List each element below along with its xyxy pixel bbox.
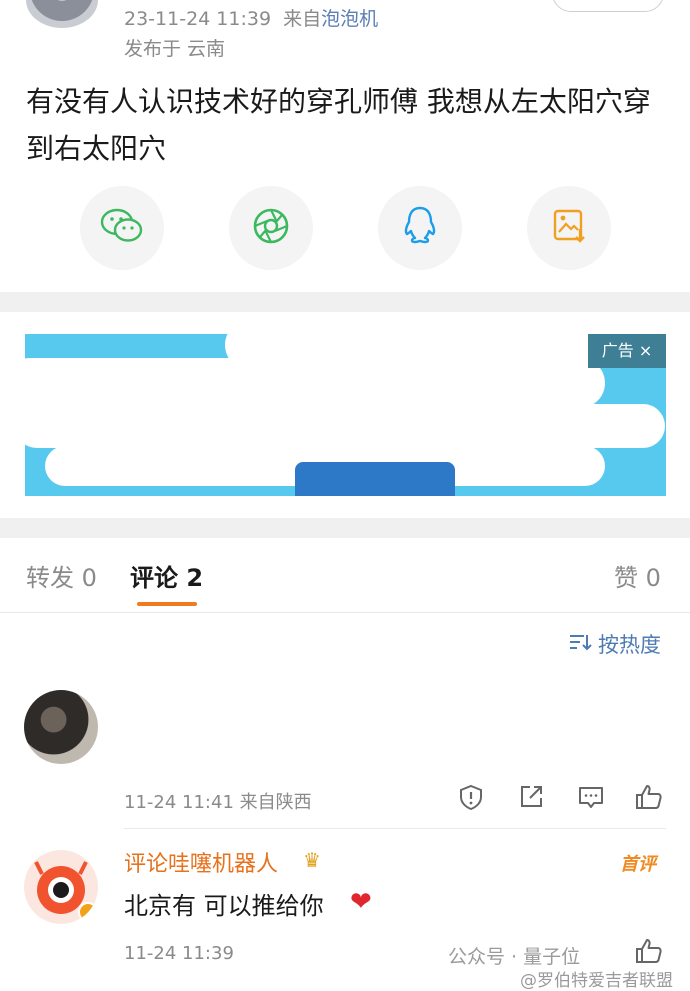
- tab-divider: [0, 612, 690, 613]
- thumbs-up-icon: [634, 937, 664, 969]
- post-source-link[interactable]: 泡泡机: [321, 8, 378, 30]
- ad-tag[interactable]: 广告 ×: [588, 334, 666, 368]
- report-button[interactable]: [456, 784, 486, 814]
- post-time: 23-11-24 11:39: [124, 8, 272, 30]
- post-meta: 23-11-24 11:39 来自泡泡机: [124, 4, 378, 31]
- save-image-icon: [550, 207, 588, 249]
- ad-graphic: [295, 462, 455, 496]
- ad-tag-label: 广告: [601, 341, 634, 360]
- tab-repost[interactable]: 转发 0: [26, 558, 97, 593]
- section-separator: [0, 518, 690, 538]
- sort-by-heat-button[interactable]: 按热度: [568, 629, 661, 659]
- share-wechat-button[interactable]: [80, 186, 164, 270]
- watermark-line-1: 公众号 · 量子位: [448, 946, 581, 968]
- post-author-avatar[interactable]: [26, 0, 98, 28]
- comment-location: 来自陕西: [239, 792, 312, 813]
- reply-button[interactable]: [576, 784, 606, 814]
- tab-comments[interactable]: 评论 2: [130, 558, 203, 593]
- wechat-icon: [99, 206, 145, 250]
- thumbs-up-icon: [634, 783, 664, 815]
- heart-emoji-icon: ❤: [350, 887, 372, 917]
- like-reply-button[interactable]: [634, 938, 664, 968]
- share-qq-button[interactable]: [378, 186, 462, 270]
- reply-divider: [124, 828, 666, 829]
- moments-icon: [251, 206, 291, 250]
- comment-bubble-icon: [577, 783, 605, 815]
- commenter-avatar[interactable]: [24, 690, 98, 764]
- post-location: 发布于 云南: [124, 38, 226, 60]
- section-separator: [0, 292, 690, 312]
- bot-name[interactable]: 评论哇噻机器人: [124, 846, 278, 878]
- bot-avatar[interactable]: [24, 850, 98, 924]
- ad-redaction: [25, 404, 665, 448]
- ad-redaction: [225, 334, 605, 370]
- save-image-button[interactable]: [527, 186, 611, 270]
- ad-banner[interactable]: 广告 ×: [25, 334, 666, 496]
- sort-label: 按热度: [598, 633, 661, 657]
- watermark-line-2: @罗伯特爱吉者联盟: [520, 971, 673, 991]
- comment-content-redacted: [118, 688, 348, 766]
- reply-time: 11-24 11:39: [124, 943, 234, 964]
- follow-button[interactable]: +关注: [552, 0, 664, 12]
- post-from-label: 来自: [283, 8, 322, 30]
- sort-icon: [568, 632, 592, 657]
- ad-close-icon[interactable]: ×: [639, 341, 652, 360]
- like-comment-button[interactable]: [634, 784, 664, 814]
- share-out-icon: [517, 783, 545, 815]
- report-icon: [457, 783, 485, 815]
- reply-text: 北京有 可以推给你: [124, 892, 324, 920]
- share-moments-button[interactable]: [229, 186, 313, 270]
- post-body: 有没有人认识技术好的穿孔师傅 我想从左太阳穴穿到右太阳穴: [26, 85, 651, 165]
- crown-badge-icon: ♛: [303, 848, 321, 872]
- first-comment-badge: 首评: [620, 854, 656, 875]
- share-comment-button[interactable]: [516, 784, 546, 814]
- tab-likes[interactable]: 赞 0: [614, 558, 661, 593]
- comment-meta: 11-24 11:41 来自陕西: [124, 788, 312, 814]
- comment-time: 11-24 11:41: [124, 792, 234, 813]
- qq-icon: [402, 205, 438, 251]
- active-tab-indicator: [137, 602, 197, 606]
